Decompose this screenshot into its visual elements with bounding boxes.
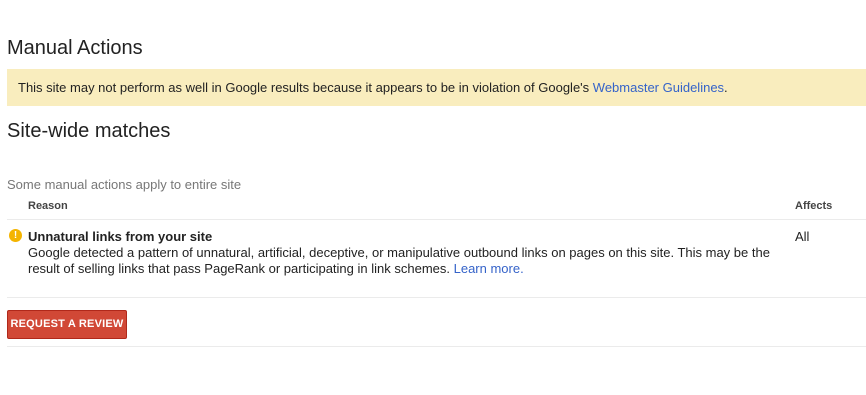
reason-title: Unnatural links from your site (28, 229, 213, 244)
table-divider (7, 219, 866, 220)
request-review-button[interactable]: REQUEST A REVIEW (7, 310, 127, 339)
column-header-reason: Reason (28, 200, 68, 212)
reason-description: Google detected a pattern of unnatural, … (28, 245, 788, 277)
warning-icon: ! (9, 229, 22, 242)
page-title: Manual Actions (7, 37, 143, 59)
manual-actions-page: Manual Actions This site may not perform… (0, 0, 866, 395)
section-divider (7, 346, 866, 347)
reason-description-text: Google detected a pattern of unnatural, … (28, 245, 770, 276)
section-title: Site-wide matches (7, 120, 171, 142)
webmaster-guidelines-link[interactable]: Webmaster Guidelines (593, 80, 724, 95)
violation-banner: This site may not perform as well in Goo… (7, 69, 866, 106)
banner-suffix: . (724, 80, 728, 95)
column-header-affects: Affects (795, 200, 833, 212)
affects-value: All (795, 229, 810, 244)
learn-more-link[interactable]: Learn more. (454, 261, 524, 276)
table-divider (7, 297, 866, 298)
section-subtitle: Some manual actions apply to entire site (7, 177, 242, 192)
banner-text: This site may not perform as well in Goo… (18, 80, 593, 95)
